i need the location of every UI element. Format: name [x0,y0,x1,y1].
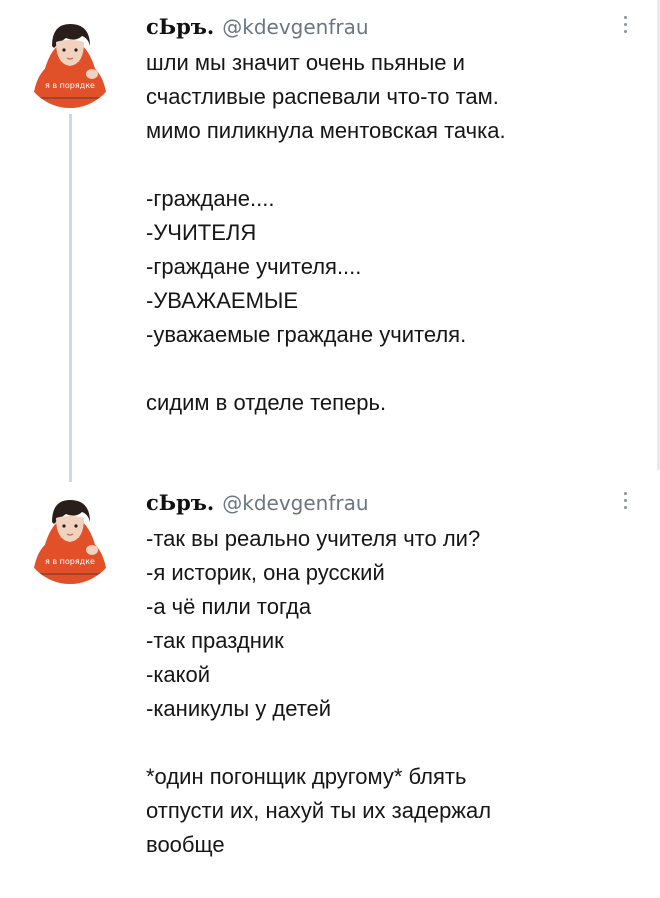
avatar-image: я в порядке [22,488,118,584]
tweet[interactable]: я в порядке сЬръ. @kdevgenfrau -так вы ре… [0,470,660,898]
user-handle[interactable]: @kdevgenfrau [222,15,368,39]
tweet-header: сЬръ. @kdevgenfrau [146,14,369,41]
display-name[interactable]: сЬръ. [146,490,214,515]
hoodie-text: я в порядке [45,81,95,90]
thread-connector-line [69,114,72,482]
user-avatar[interactable]: я в порядке [22,12,118,108]
tweet-header: сЬръ. @kdevgenfrau [146,490,369,517]
avatar-image: я в порядке [22,12,118,108]
user-handle[interactable]: @kdevgenfrau [222,491,368,515]
display-name[interactable]: сЬръ. [146,14,214,39]
hoodie-text: я в порядке [45,557,95,566]
tweet-text: шли мы значит очень пьяные и счастливые … [146,50,506,415]
tweet-text: -так вы реально учителя что ли? -я истор… [146,526,492,857]
tweet[interactable]: я в порядке сЬръ. @kdevgenfrau шли мы зна… [0,0,660,482]
user-avatar[interactable]: я в порядке [22,488,118,584]
more-options-icon[interactable] [620,488,630,516]
more-options-icon[interactable] [620,12,630,40]
